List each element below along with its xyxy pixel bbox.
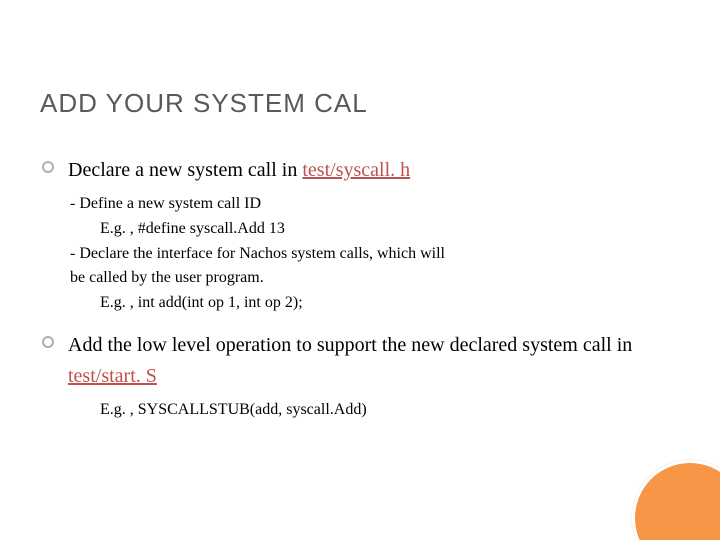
sub-line: - Declare the interface for Nachos syste… (70, 242, 680, 267)
list-item-text: Add the low level operation to support t… (68, 330, 680, 392)
list-item-text: Declare a new system call in test/syscal… (68, 155, 410, 186)
text-run: Add the low level operation to support t… (68, 334, 632, 356)
list-item: Add the low level operation to support t… (42, 330, 680, 392)
sub-line: E.g. , #define syscall.Add 13 (100, 217, 680, 242)
sub-line: be called by the user program. (70, 266, 680, 291)
bullet-icon (42, 161, 54, 173)
file-reference: test/syscall. h (302, 159, 410, 181)
decorative-circle-icon (632, 460, 720, 540)
text-run: Declare a new system call in (68, 159, 302, 181)
sub-line: E.g. , int add(int op 1, int op 2); (100, 291, 680, 316)
sub-line: - Define a new system call ID (70, 192, 680, 217)
bullet-icon (42, 336, 54, 348)
slide: ADD YOUR SYSTEM CAL Declare a new system… (0, 0, 720, 540)
sub-line: E.g. , SYSCALLSTUB(add, syscall.Add) (100, 398, 680, 423)
list-item: Declare a new system call in test/syscal… (42, 155, 680, 186)
slide-title: ADD YOUR SYSTEM CAL (40, 88, 680, 119)
spacer (40, 316, 680, 330)
file-reference: test/start. S (68, 365, 157, 387)
slide-content: Declare a new system call in test/syscal… (40, 155, 680, 423)
